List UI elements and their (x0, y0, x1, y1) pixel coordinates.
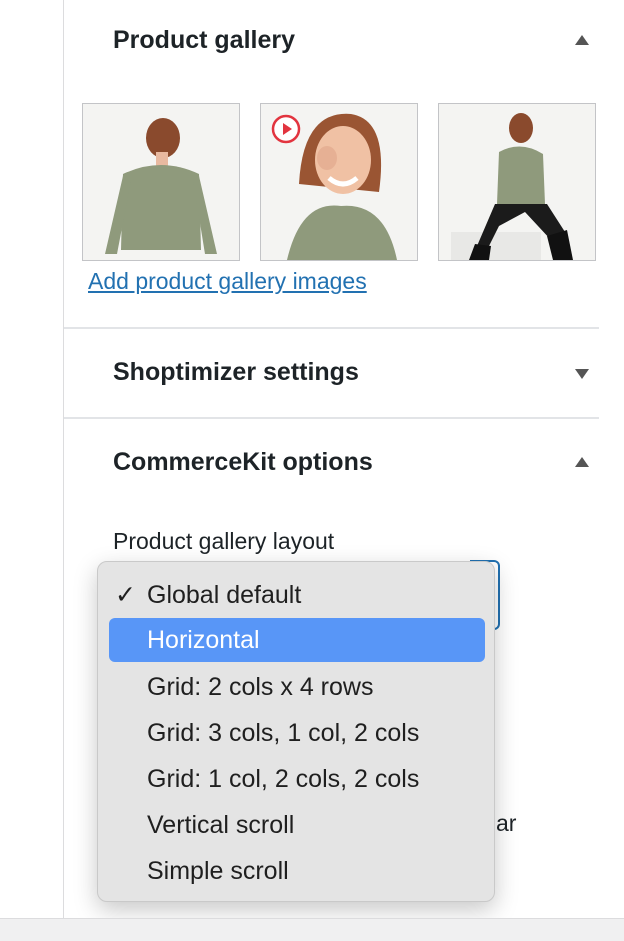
expand-arrow-icon[interactable] (575, 369, 589, 379)
gallery-image-seated[interactable] (438, 103, 596, 261)
collapse-arrow-icon[interactable] (575, 35, 589, 45)
obscured-label-text: ar (496, 810, 517, 836)
shoptimizer-settings-title: Shoptimizer settings (113, 358, 359, 386)
gallery-layout-dropdown[interactable]: ✓ Global default Horizontal Grid: 2 cols… (97, 561, 495, 902)
option-horizontal[interactable]: Horizontal (109, 618, 485, 662)
product-gallery-header[interactable]: Product gallery (64, 20, 599, 64)
commercekit-options-title: CommerceKit options (113, 448, 373, 476)
bottom-scrollbar-area (0, 918, 624, 941)
checkmark-icon: ✓ (115, 581, 136, 609)
option-global-default[interactable]: ✓ Global default (109, 572, 485, 618)
option-grid-1-2-2[interactable]: Grid: 1 col, 2 cols, 2 cols (109, 756, 485, 802)
collapse-arrow-icon[interactable] (575, 457, 589, 467)
option-simple-scroll[interactable]: Simple scroll (109, 848, 485, 894)
commercekit-options-header[interactable]: CommerceKit options (64, 442, 599, 486)
gallery-layout-label: Product gallery layout (113, 528, 335, 554)
product-gallery-title: Product gallery (113, 26, 295, 54)
gallery-image-front-smile[interactable] (260, 103, 418, 261)
panel-divider (64, 417, 599, 419)
panel-divider (64, 327, 599, 329)
option-grid-2x4[interactable]: Grid: 2 cols x 4 rows (109, 664, 485, 710)
video-play-icon[interactable] (271, 114, 301, 144)
option-vertical-scroll[interactable]: Vertical scroll (109, 802, 485, 848)
add-gallery-images-link[interactable]: Add product gallery images (88, 268, 367, 295)
gallery-image-back-view[interactable] (82, 103, 240, 261)
option-grid-3-1-2[interactable]: Grid: 3 cols, 1 col, 2 cols (109, 710, 485, 756)
shoptimizer-settings-header[interactable]: Shoptimizer settings (64, 352, 599, 396)
